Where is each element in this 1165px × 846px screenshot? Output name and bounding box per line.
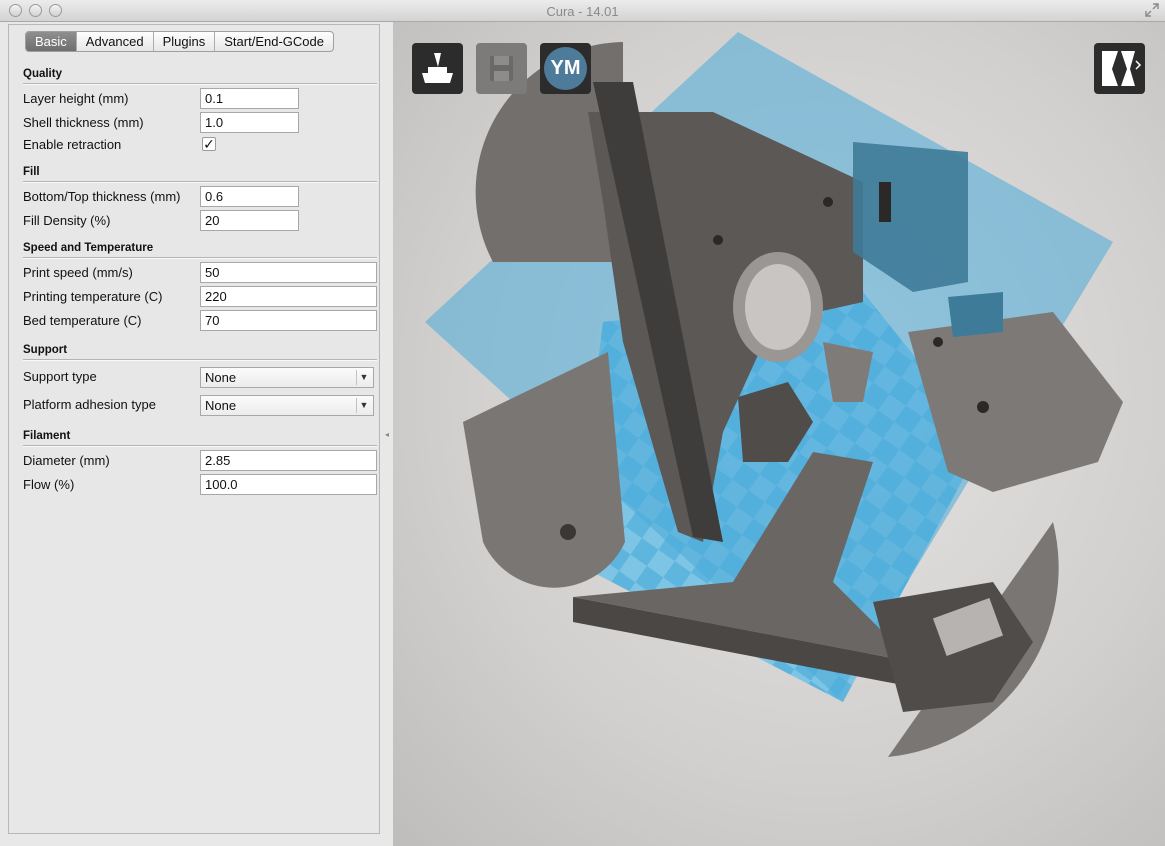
layer-height-input[interactable]: 0.1 (200, 88, 299, 109)
save-gcode-button[interactable] (476, 43, 527, 94)
cura-window: Cura - 14.01 Basic Advanced Plugins Star… (0, 0, 1165, 846)
tab-plugins[interactable]: Plugins (154, 32, 216, 51)
layer-height-label: Layer height (mm) (23, 91, 129, 106)
model-hole (713, 235, 723, 245)
diameter-label: Diameter (mm) (23, 453, 110, 468)
bed-temperature-label: Bed temperature (C) (23, 313, 142, 328)
model-hole (745, 264, 811, 350)
divider (23, 359, 377, 360)
settings-panel: Basic Advanced Plugins Start/End-GCode Q… (8, 24, 380, 834)
platform-adhesion-value: None (205, 398, 237, 413)
divider (23, 181, 377, 182)
section-speed-title: Speed and Temperature (23, 242, 154, 254)
retraction-label: Enable retraction (23, 137, 122, 152)
model-hole (933, 337, 943, 347)
shell-thickness-label: Shell thickness (mm) (23, 115, 144, 130)
section-fill: Fill (23, 166, 377, 182)
section-filament-title: Filament (23, 430, 71, 442)
fill-density-input[interactable]: 20 (200, 210, 299, 231)
model-part (948, 292, 1003, 337)
bottom-top-thickness-input[interactable]: 0.6 (200, 186, 299, 207)
platform-adhesion-label: Platform adhesion type (23, 397, 156, 412)
support-type-select[interactable]: None ▼ (200, 367, 374, 388)
section-filament: Filament (23, 430, 377, 446)
tab-basic[interactable]: Basic (26, 32, 77, 51)
platform-adhesion-select[interactable]: None ▼ (200, 395, 374, 416)
model-scene[interactable] (393, 22, 1165, 846)
section-support-title: Support (23, 344, 68, 356)
model-part (463, 352, 625, 588)
divider (23, 445, 377, 446)
print-speed-input[interactable]: 50 (200, 262, 377, 283)
model-hole (560, 524, 576, 540)
settings-tabs: Basic Advanced Plugins Start/End-GCode (25, 31, 334, 52)
panel-splitter-handle[interactable]: ◂ (385, 430, 389, 439)
chevron-down-icon: ▼ (356, 398, 371, 413)
support-type-value: None (205, 370, 237, 385)
model-slot (879, 182, 891, 222)
section-quality: Quality (23, 68, 377, 84)
flow-label: Flow (%) (23, 477, 75, 492)
section-speed-temperature: Speed and Temperature (23, 242, 377, 258)
save-gcode-icon (490, 56, 513, 81)
flow-input[interactable]: 100.0 (200, 474, 377, 495)
view-mode-button[interactable] (1094, 43, 1145, 94)
retraction-checkbox[interactable]: ✓ (202, 137, 216, 151)
youmagine-button[interactable]: YM (540, 43, 591, 94)
tab-start-end-gcode[interactable]: Start/End-GCode (215, 32, 333, 51)
bed-temperature-input[interactable]: 70 (200, 310, 377, 331)
tab-advanced[interactable]: Advanced (77, 32, 154, 51)
section-quality-title: Quality (23, 68, 62, 80)
print-speed-label: Print speed (mm/s) (23, 265, 133, 280)
printing-temperature-input[interactable]: 220 (200, 286, 377, 307)
section-fill-title: Fill (23, 166, 40, 178)
title-bar: Cura - 14.01 (0, 0, 1165, 22)
chevron-down-icon: ▼ (356, 370, 371, 385)
bottom-top-thickness-label: Bottom/Top thickness (mm) (23, 189, 181, 204)
divider (23, 83, 377, 84)
model-hole (977, 401, 989, 413)
fullscreen-icon[interactable] (1145, 3, 1159, 17)
section-support: Support (23, 344, 377, 360)
load-model-button[interactable] (412, 43, 463, 94)
youmagine-logo: YM (544, 47, 587, 90)
shell-thickness-input[interactable]: 1.0 (200, 112, 299, 133)
support-type-label: Support type (23, 369, 97, 384)
load-model-icon (422, 53, 453, 83)
printing-temperature-label: Printing temperature (C) (23, 289, 163, 304)
window-title: Cura - 14.01 (546, 4, 619, 19)
diameter-input[interactable]: 2.85 (200, 450, 377, 471)
3d-viewport[interactable]: YM (393, 22, 1165, 846)
model-hole (823, 197, 833, 207)
fill-density-label: Fill Density (%) (23, 213, 111, 228)
divider (23, 257, 377, 258)
view-mode-icon (1102, 51, 1142, 86)
